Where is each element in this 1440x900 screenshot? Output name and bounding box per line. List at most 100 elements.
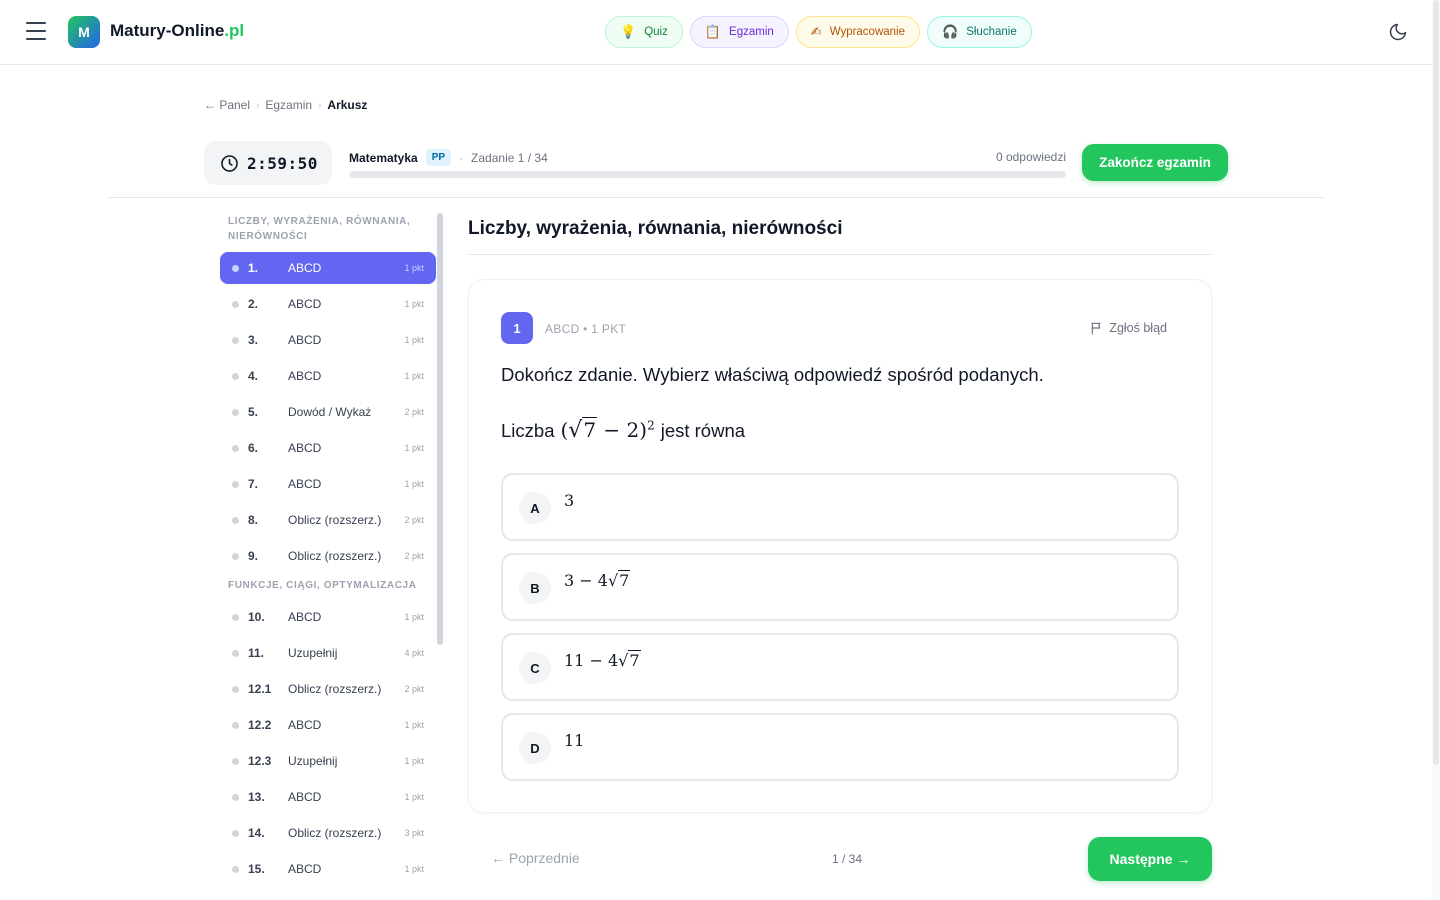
option-value: 11 bbox=[564, 731, 584, 750]
task-points: 2 pkt bbox=[404, 551, 424, 561]
task-type: ABCD bbox=[288, 297, 322, 311]
sidebar-task-item[interactable]: 2. ABCD 1 pkt bbox=[220, 288, 436, 320]
sidebar-scrollbar[interactable] bbox=[437, 213, 443, 645]
previous-button[interactable]: ← Poprzednie bbox=[491, 850, 580, 866]
task-number: 2. bbox=[248, 297, 259, 311]
formula-radicand: 7 bbox=[582, 417, 598, 442]
moon-icon[interactable] bbox=[1388, 22, 1408, 42]
sidebar-task-item[interactable]: 1. ABCD 1 pkt bbox=[220, 252, 436, 284]
question-instruction: Dokończ zdanie. Wybierz właściwą odpowie… bbox=[501, 364, 1044, 385]
question-number: 1 bbox=[501, 312, 533, 344]
breadcrumb-separator: › bbox=[256, 99, 260, 111]
option-text: 11 − 4 bbox=[564, 651, 619, 670]
status-dot bbox=[232, 793, 239, 801]
sidebar-task-item[interactable]: 5. Dowód / Wykaż 2 pkt bbox=[220, 396, 436, 428]
stem-formula: (√7 − 2)2 bbox=[560, 417, 655, 443]
exam-timer: 2:59:50 bbox=[204, 141, 332, 185]
option-d[interactable]: D 11 bbox=[501, 713, 1179, 781]
task-type: ABCD bbox=[288, 862, 322, 876]
writing-hand-icon: ✍ bbox=[810, 24, 822, 39]
section-heading: Liczby, wyrażenia, równania, nierówności bbox=[468, 218, 843, 239]
task-number: 8. bbox=[248, 513, 259, 527]
option-c[interactable]: C 11 − 4√7 bbox=[501, 633, 1179, 701]
report-error-button[interactable]: Zgłoś błąd bbox=[1090, 321, 1167, 335]
status-dot bbox=[232, 264, 239, 272]
nav-wypracowanie[interactable]: ✍ Wypracowanie bbox=[795, 16, 921, 48]
nav-quiz[interactable]: 💡 Quiz bbox=[605, 16, 683, 48]
status-dot bbox=[232, 480, 239, 488]
status-dot bbox=[232, 372, 239, 380]
status-dot bbox=[232, 721, 239, 729]
timer-value: 2:59:50 bbox=[247, 153, 318, 173]
breadcrumb-egzamin[interactable]: Egzamin bbox=[265, 98, 312, 112]
page-scrollbar[interactable] bbox=[1433, 0, 1439, 765]
sidebar-task-item[interactable]: 9. Oblicz (rozszerz.) 2 pkt bbox=[220, 540, 436, 572]
task-points: 1 pkt bbox=[404, 756, 424, 766]
task-points: 3 pkt bbox=[404, 828, 424, 838]
task-number: 12.3 bbox=[248, 754, 272, 768]
clock-icon bbox=[221, 154, 238, 172]
task-number: 12.1 bbox=[248, 682, 272, 696]
finish-exam-button[interactable]: Zakończ egzamin bbox=[1082, 144, 1228, 181]
option-radicand: 7 bbox=[618, 570, 631, 590]
status-dot bbox=[232, 685, 239, 693]
sidebar-task-item[interactable]: 12.3 Uzupełnij 1 pkt bbox=[220, 745, 436, 777]
nav-egzamin-label: Egzamin bbox=[729, 26, 774, 38]
task-type: ABCD bbox=[288, 718, 322, 732]
task-points: 1 pkt bbox=[404, 792, 424, 802]
option-a[interactable]: A 3 bbox=[501, 473, 1179, 541]
next-button[interactable]: Następne → bbox=[1088, 837, 1212, 881]
sidebar-task-item[interactable]: 13. ABCD 1 pkt bbox=[220, 781, 436, 813]
page-indicator: 1 / 34 bbox=[832, 852, 863, 866]
option-letter: D bbox=[519, 732, 551, 764]
headphones-icon: 🎧 bbox=[942, 24, 959, 39]
option-text: 11 bbox=[564, 731, 585, 750]
sidebar-task-item[interactable]: 4. ABCD 1 pkt bbox=[220, 360, 436, 392]
status-dot bbox=[232, 444, 239, 452]
sidebar-task-item[interactable]: 3. ABCD 1 pkt bbox=[220, 324, 436, 356]
sidebar-task-item[interactable]: 15. ABCD 1 pkt bbox=[220, 853, 436, 885]
task-type: Uzupełnij bbox=[288, 646, 338, 660]
task-points: 4 pkt bbox=[404, 648, 424, 658]
task-type: Oblicz (rozszerz.) bbox=[288, 549, 382, 563]
sidebar-task-item[interactable]: 14. Oblicz (rozszerz.) 3 pkt bbox=[220, 817, 436, 849]
sidebar-task-item[interactable]: 8. Oblicz (rozszerz.) 2 pkt bbox=[220, 504, 436, 536]
sidebar-task-item[interactable]: 7. ABCD 1 pkt bbox=[220, 468, 436, 500]
task-type: Dowód / Wykaż bbox=[288, 405, 372, 419]
sidebar-task-item[interactable]: 11. Uzupełnij 4 pkt bbox=[220, 637, 436, 669]
sidebar-task-item[interactable]: 6. ABCD 1 pkt bbox=[220, 432, 436, 464]
menu-icon[interactable] bbox=[26, 22, 46, 40]
nav-wypracowanie-label: Wypracowanie bbox=[829, 26, 906, 38]
task-counter: Zadanie 1 / 34 bbox=[471, 150, 548, 165]
flag-icon bbox=[1092, 322, 1101, 335]
sidebar-task-item[interactable]: 10. ABCD 1 pkt bbox=[220, 601, 436, 633]
nav-egzamin[interactable]: 📋 Egzamin bbox=[689, 16, 789, 48]
logo[interactable]: M bbox=[68, 16, 100, 48]
task-points: 1 pkt bbox=[404, 335, 424, 345]
task-type: Oblicz (rozszerz.) bbox=[288, 682, 382, 696]
status-dot bbox=[232, 865, 239, 873]
task-number: 9. bbox=[248, 549, 259, 563]
meta-separator: · bbox=[459, 150, 464, 165]
header-divider bbox=[108, 197, 1324, 198]
task-points: 2 pkt bbox=[404, 515, 424, 525]
task-points: 1 pkt bbox=[404, 371, 424, 381]
sidebar-task-item[interactable]: 12.1 Oblicz (rozszerz.) 2 pkt bbox=[220, 673, 436, 705]
status-dot bbox=[232, 516, 239, 524]
task-number: 1. bbox=[248, 261, 259, 275]
brand-name[interactable]: Matury-Online.pl bbox=[110, 21, 244, 41]
option-text: 3 bbox=[564, 491, 575, 510]
question-card: 1 ABCD • 1 PKT Zgłoś błąd Dokończ zdanie… bbox=[468, 279, 1212, 813]
nav-sluchanie-label: Słuchanie bbox=[966, 26, 1017, 38]
option-b[interactable]: B 3 − 4√7 bbox=[501, 553, 1179, 621]
task-points: 2 pkt bbox=[404, 407, 424, 417]
task-type: ABCD bbox=[288, 333, 322, 347]
option-letter: B bbox=[519, 572, 551, 604]
exam-meta: Matematyka PP · Zadanie 1 / 34 bbox=[349, 149, 548, 166]
status-dot bbox=[232, 829, 239, 837]
breadcrumb-panel[interactable]: ← Panel bbox=[204, 98, 250, 112]
task-number: 10. bbox=[248, 610, 265, 624]
sidebar-task-item[interactable]: 12.2 ABCD 1 pkt bbox=[220, 709, 436, 741]
task-points: 1 pkt bbox=[404, 720, 424, 730]
nav-sluchanie[interactable]: 🎧 Słuchanie bbox=[927, 16, 1032, 48]
